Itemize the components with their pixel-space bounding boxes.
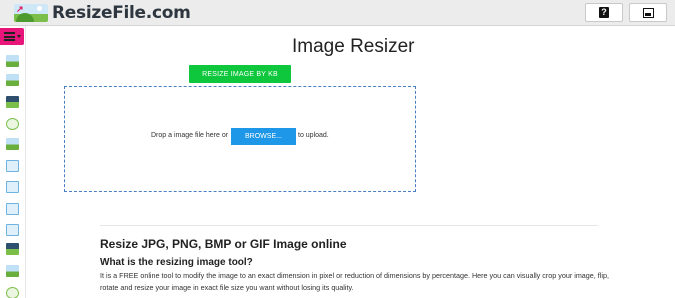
info-description: It is a FREE online tool to modify the i… (100, 271, 609, 292)
convert-doc-icon[interactable] (6, 160, 19, 172)
help-button[interactable]: ? (585, 3, 623, 22)
save-button[interactable] (629, 3, 667, 22)
rotate-image-icon[interactable] (6, 138, 19, 150)
drop-instruction-suffix: to upload. (298, 132, 329, 139)
info-heading: Resize JPG, PNG, BMP or GIF Image online (100, 237, 347, 251)
menu-button[interactable] (0, 28, 24, 45)
hamburger-menu-icon (4, 32, 15, 41)
logo-image-icon: ↗ (14, 4, 48, 22)
browse-button[interactable]: BROWSE... (231, 128, 296, 145)
info-subheading: What is the resizing image tool? (100, 257, 253, 268)
page-title: Image Resizer (292, 36, 415, 57)
jpg-doc-icon[interactable] (6, 203, 19, 215)
png-doc-icon[interactable] (6, 224, 19, 236)
dark-image-icon[interactable] (6, 243, 19, 255)
question-icon: ? (599, 7, 609, 18)
crop-image-icon[interactable] (6, 96, 19, 108)
resize-by-kb-button[interactable]: RESIZE IMAGE BY KB (189, 65, 291, 83)
logo-text: ResizeFile.com (52, 3, 191, 23)
resize-image-icon[interactable] (6, 55, 19, 67)
drop-instruction-text: Drop a image file here or (151, 132, 229, 139)
film-image-icon[interactable] (6, 265, 19, 277)
compress-doc-icon[interactable] (6, 181, 19, 193)
top-bar: ↗ ResizeFile.com ? (0, 0, 675, 26)
flip-image-icon[interactable] (6, 118, 19, 130)
rotate-circle-icon[interactable] (6, 287, 19, 298)
resize-kb-icon[interactable] (6, 74, 19, 86)
sidebar (0, 26, 26, 298)
caret-down-icon (17, 35, 21, 38)
site-logo[interactable]: ↗ ResizeFile.com (14, 3, 191, 23)
section-divider (100, 225, 598, 226)
floppy-save-icon (642, 7, 654, 18)
